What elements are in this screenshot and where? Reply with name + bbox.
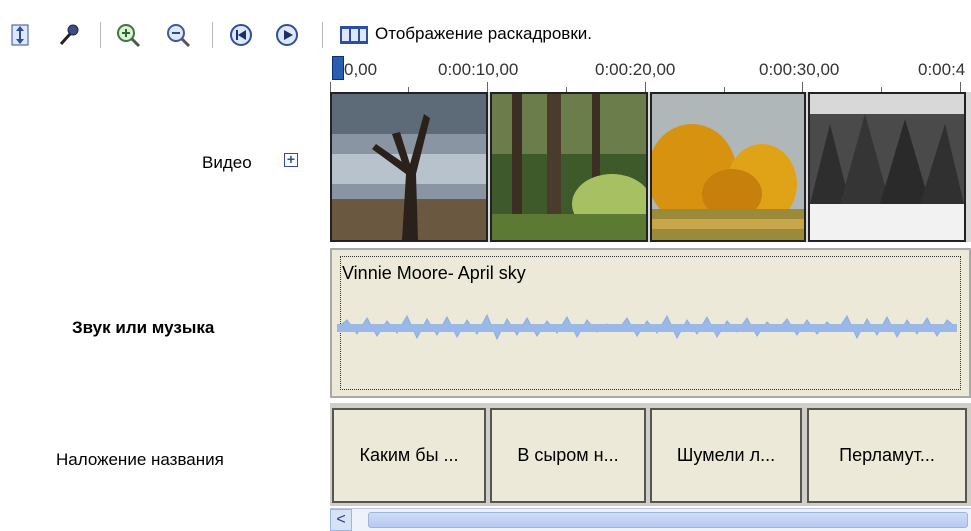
title-overlay-track[interactable]: Каким бы ... В сыром н... Шумели л... Пе… [330, 403, 971, 506]
video-track-label: Видео [202, 153, 252, 172]
ruler-tick [330, 82, 331, 92]
title-clip[interactable]: Шумели л... [650, 408, 802, 503]
ruler-tick [487, 82, 488, 92]
timeline-ruler[interactable]: 0,00 0:00:10,00 0:00:20,00 0:00:30,00 0:… [330, 57, 971, 93]
ruler-label: 0:00:4 [918, 60, 966, 79]
video-clip-thumbnail[interactable] [330, 92, 488, 242]
video-clip-thumbnail[interactable] [808, 92, 966, 242]
storyboard-view-icon[interactable] [338, 22, 370, 48]
audio-clip-title: Vinnie Moore- April sky [342, 263, 526, 283]
ruler-label: 0:00:20,00 [595, 60, 676, 79]
set-audio-levels-icon[interactable] [8, 22, 32, 48]
toolbar-separator [100, 22, 101, 48]
horizontal-scrollbar[interactable]: < [330, 508, 971, 531]
toolbar-separator [322, 22, 323, 48]
ruler-tick [960, 82, 961, 92]
audio-waveform [337, 313, 957, 341]
title-overlay-track-label: Наложение названия [56, 450, 224, 469]
scroll-left-arrow-icon[interactable]: < [330, 509, 352, 531]
narrate-microphone-icon[interactable] [56, 22, 82, 48]
timeline-toolbar: Отображение раскадровки. [0, 0, 971, 60]
zoom-in-icon[interactable] [114, 22, 142, 48]
audio-clip[interactable]: Vinnie Moore- April sky [330, 248, 971, 398]
ruler-tick [645, 82, 646, 92]
ruler-label: 0:00:30,00 [759, 60, 840, 79]
ruler-label: 0:00:10,00 [438, 60, 519, 79]
play-icon[interactable] [273, 22, 301, 48]
rewind-icon[interactable] [227, 22, 255, 48]
title-clip[interactable]: Перламут... [807, 408, 967, 503]
video-track[interactable] [330, 92, 971, 242]
title-clip[interactable]: В сыром н... [490, 408, 646, 503]
video-clip-thumbnail[interactable] [650, 92, 806, 242]
audio-track-label: Звук или музыка [72, 318, 215, 337]
video-clip-thumbnail[interactable] [490, 92, 648, 242]
playhead-handle[interactable] [332, 56, 344, 80]
scrollbar-thumb[interactable] [368, 512, 968, 528]
zoom-out-icon[interactable] [164, 22, 192, 48]
ruler-label: 0,00 [344, 60, 378, 79]
expand-video-track-icon[interactable]: + [284, 152, 298, 167]
toolbar-separator [212, 22, 213, 48]
storyboard-view-link[interactable]: Отображение раскадровки. [375, 24, 592, 44]
ruler-tick [802, 82, 803, 92]
title-clip[interactable]: Каким бы ... [332, 408, 486, 503]
